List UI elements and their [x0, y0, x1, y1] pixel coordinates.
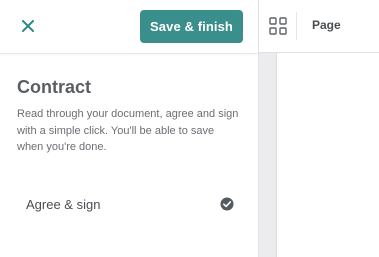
close-button[interactable]	[18, 16, 38, 36]
document-viewer[interactable]	[259, 53, 379, 257]
close-icon	[22, 20, 34, 32]
grid-icon[interactable]	[269, 17, 287, 35]
sidebar-header: Save & finish	[0, 0, 258, 54]
save-finish-button[interactable]: Save & finish	[140, 10, 243, 43]
document-toolbar: Page	[259, 0, 379, 53]
contract-title: Contract	[17, 77, 92, 97]
step-label: Agree & sign	[26, 196, 101, 212]
contract-description: Read through your document, agree and si…	[17, 108, 239, 153]
document-page	[276, 53, 379, 257]
toolbar-divider	[296, 12, 297, 40]
check-circle-icon	[220, 197, 234, 211]
step-agree-sign[interactable]: Agree & sign	[16, 190, 242, 218]
page-label: Page	[312, 18, 341, 32]
sidebar-panel: Save & finish Contract Read through your…	[0, 0, 259, 257]
